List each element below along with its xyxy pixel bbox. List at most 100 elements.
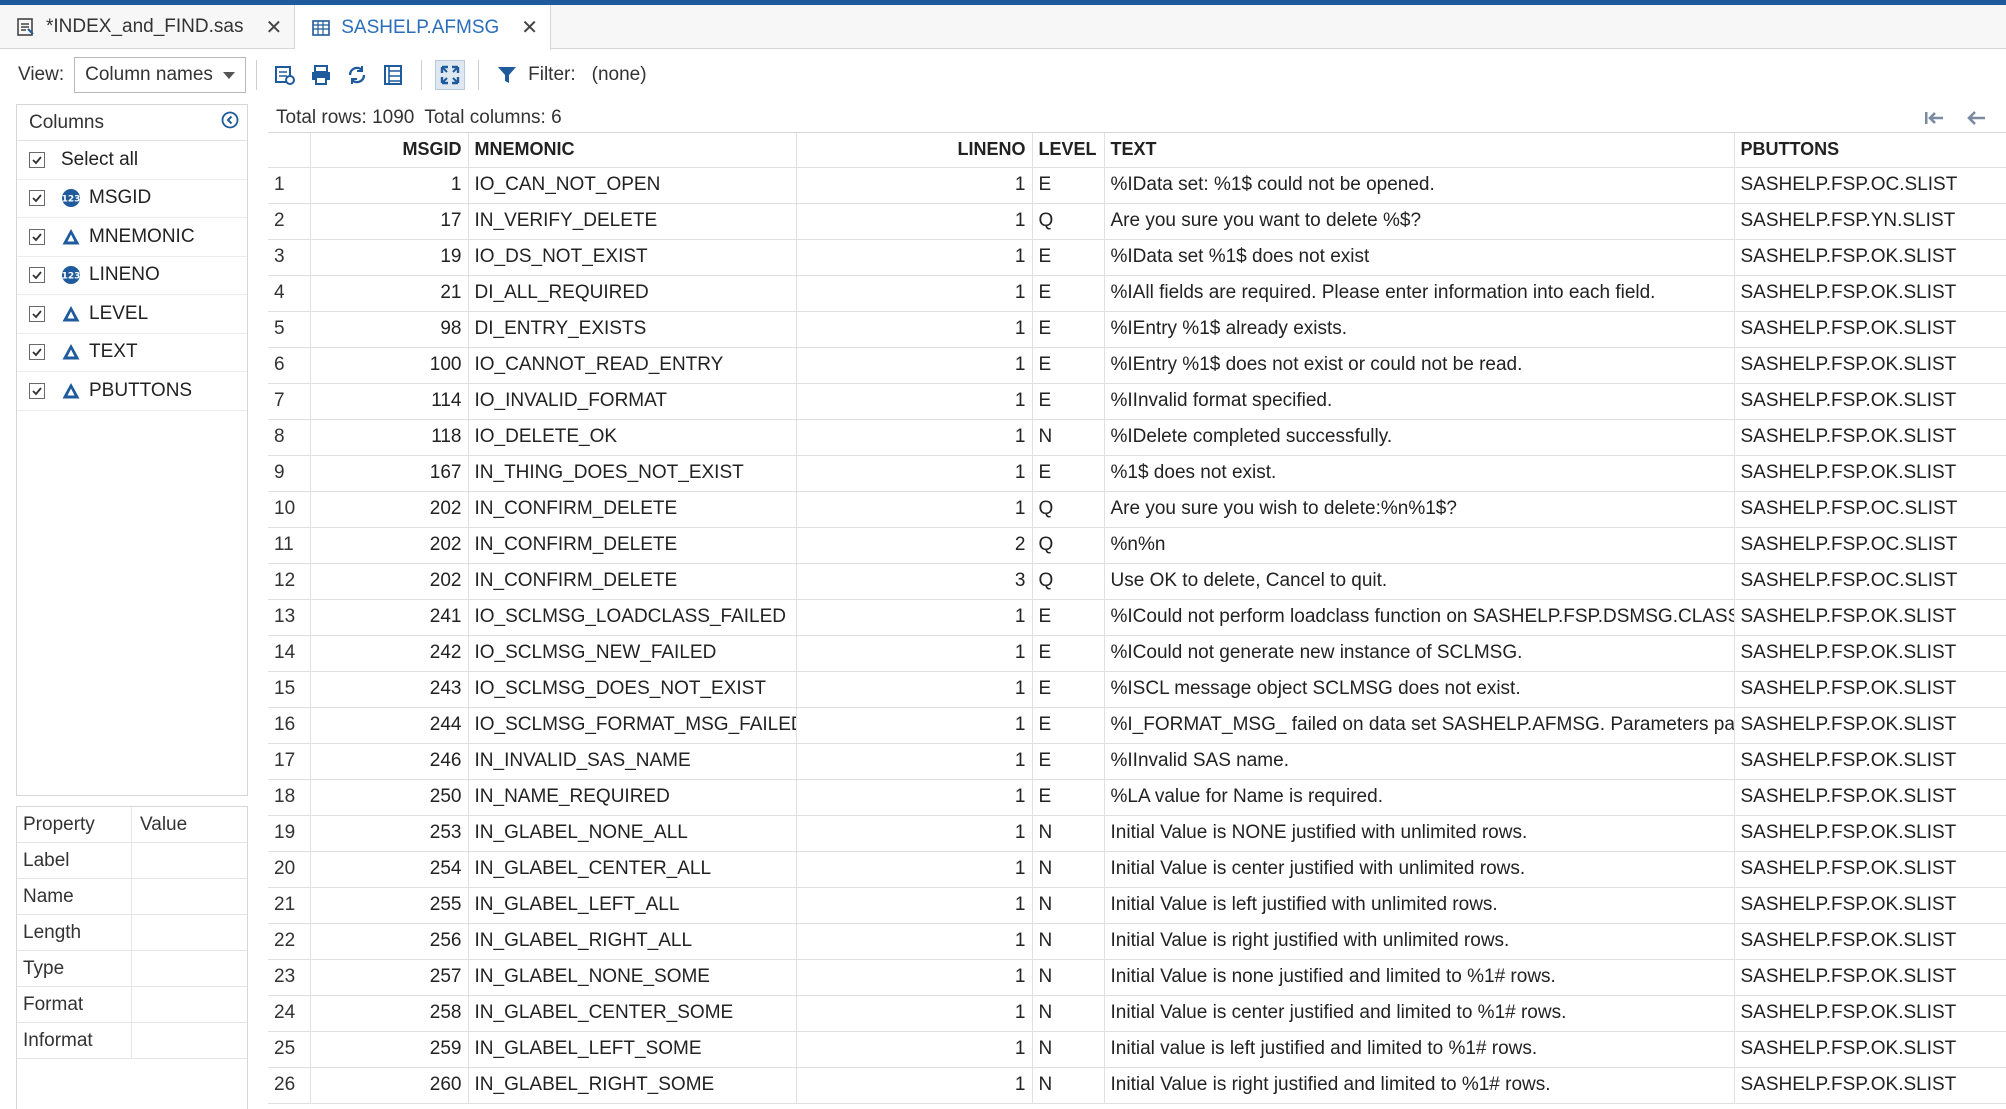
cell-pbuttons[interactable]: SASHELP.FSP.OK.SLIST [1734,275,2006,312]
cell-text[interactable]: %IEntry %1$ does not exist or could not … [1104,347,1735,384]
view-select[interactable]: Column names [74,57,247,93]
cell-lineno[interactable]: 1 [796,383,1033,420]
table-row[interactable]: 17 246 IN_INVALID_SAS_NAME 1 E %IInvalid SAS … [268,743,2006,780]
previous-column-icon[interactable] [1964,106,1988,130]
row-number-cell[interactable]: 3 [268,239,311,276]
cell-level[interactable]: E [1032,599,1105,636]
row-number-cell[interactable]: 17 [268,743,311,780]
cell-lineno[interactable]: 1 [796,311,1033,348]
cell-lineno[interactable]: 1 [796,419,1033,456]
cell-msgid[interactable]: 246 [310,743,469,780]
row-number-cell[interactable]: 16 [268,707,311,744]
cell-mnemonic[interactable]: IN_GLABEL_CENTER_SOME [468,995,797,1032]
cell-msgid[interactable]: 114 [310,383,469,420]
cell-text[interactable]: Initial Value is center justified with u… [1104,851,1735,888]
cell-text[interactable]: Initial Value is center justified and li… [1104,995,1735,1032]
cell-level[interactable]: N [1032,1067,1105,1104]
maximize-view-button[interactable] [435,60,466,90]
cell-mnemonic[interactable]: IO_SCLMSG_NEW_FAILED [468,635,797,672]
column-checkbox[interactable] [29,382,45,399]
cell-mnemonic[interactable]: IN_CONFIRM_DELETE [468,527,797,564]
column-item-level[interactable]: LEVEL [17,295,247,334]
column-checkbox[interactable] [29,228,45,245]
cell-mnemonic[interactable]: DI_ENTRY_EXISTS [468,311,797,348]
table-row[interactable]: 18 250 IN_NAME_REQUIRED 1 E %LA value for Nam… [268,779,2006,816]
cell-level[interactable]: E [1032,311,1105,348]
cell-lineno[interactable]: 1 [796,347,1033,384]
query-button[interactable] [270,60,300,90]
row-number-cell[interactable]: 22 [268,923,311,960]
print-button[interactable] [306,60,336,90]
cell-level[interactable]: E [1032,167,1105,204]
row-number-cell[interactable]: 15 [268,671,311,708]
cell-lineno[interactable]: 1 [796,671,1033,708]
cell-lineno[interactable]: 1 [796,491,1033,528]
cell-pbuttons[interactable]: SASHELP.FSP.OC.SLIST [1734,491,2006,528]
table-row[interactable]: 1 1 IO_CAN_NOT_OPEN 1 E %IData set: %1$ could… [268,167,2006,204]
cell-msgid[interactable]: 244 [310,707,469,744]
cell-pbuttons[interactable]: SASHELP.FSP.OC.SLIST [1734,527,2006,564]
cell-mnemonic[interactable]: IN_VERIFY_DELETE [468,203,797,240]
cell-text[interactable]: %IAll fields are required. Please enter … [1104,275,1735,312]
cell-lineno[interactable]: 1 [796,995,1033,1032]
table-row[interactable]: 21 255 IN_GLABEL_LEFT_ALL 1 N Initial Value i… [268,887,2006,924]
row-number-cell[interactable]: 5 [268,311,311,348]
cell-msgid[interactable]: 243 [310,671,469,708]
cell-lineno[interactable]: 1 [796,1031,1033,1068]
cell-msgid[interactable]: 19 [310,239,469,276]
row-number-cell[interactable]: 23 [268,959,311,996]
cell-mnemonic[interactable]: IO_SCLMSG_DOES_NOT_EXIST [468,671,797,708]
select-all-checkbox[interactable] [29,151,45,168]
cell-level[interactable]: N [1032,815,1105,852]
cell-lineno[interactable]: 1 [796,635,1033,672]
cell-msgid[interactable]: 167 [310,455,469,492]
cell-msgid[interactable]: 1 [310,167,469,204]
cell-text[interactable]: Initial Value is NONE justified with unl… [1104,815,1735,852]
cell-msgid[interactable]: 241 [310,599,469,636]
cell-pbuttons[interactable]: SASHELP.FSP.OK.SLIST [1734,1067,2006,1104]
cell-lineno[interactable]: 1 [796,599,1033,636]
cell-pbuttons[interactable]: SASHELP.FSP.OK.SLIST [1734,1031,2006,1068]
cell-text[interactable]: %IDelete completed successfully. [1104,419,1735,456]
cell-pbuttons[interactable]: SASHELP.FSP.OK.SLIST [1734,851,2006,888]
cell-msgid[interactable]: 250 [310,779,469,816]
table-row[interactable]: 13 241 IO_SCLMSG_LOADCLASS_FAILED 1 E %ICould… [268,599,2006,636]
cell-mnemonic[interactable]: IO_SCLMSG_LOADCLASS_FAILED [468,599,797,636]
table-row[interactable]: 12 202 IN_CONFIRM_DELETE 3 Q Use OK to delete… [268,563,2006,600]
row-number-cell[interactable]: 9 [268,455,311,492]
cell-mnemonic[interactable]: IN_GLABEL_LEFT_ALL [468,887,797,924]
cell-text[interactable]: %I_FORMAT_MSG_ failed on data set SASHEL… [1104,707,1735,744]
cell-level[interactable]: E [1032,635,1105,672]
row-number-cell[interactable]: 19 [268,815,311,852]
row-number-cell[interactable]: 11 [268,527,311,564]
cell-msgid[interactable]: 259 [310,1031,469,1068]
cell-text[interactable]: %n%n [1104,527,1735,564]
column-header-msgid[interactable]: MSGID [310,133,469,168]
row-number-cell[interactable]: 25 [268,1031,311,1068]
cell-level[interactable]: N [1032,887,1105,924]
cell-level[interactable]: E [1032,743,1105,780]
cell-text[interactable]: Initial Value is right justified with un… [1104,923,1735,960]
cell-msgid[interactable]: 98 [310,311,469,348]
row-number-cell[interactable]: 2 [268,203,311,240]
cell-msgid[interactable]: 21 [310,275,469,312]
cell-pbuttons[interactable]: SASHELP.FSP.OK.SLIST [1734,599,2006,636]
close-icon[interactable]: ✕ [521,15,538,40]
cell-lineno[interactable]: 1 [796,275,1033,312]
cell-pbuttons[interactable]: SASHELP.FSP.OK.SLIST [1734,239,2006,276]
cell-mnemonic[interactable]: IO_CANNOT_READ_ENTRY [468,347,797,384]
cell-level[interactable]: N [1032,419,1105,456]
row-number-cell[interactable]: 1 [268,167,311,204]
filter-button[interactable] [492,60,522,90]
cell-pbuttons[interactable]: SASHELP.FSP.OK.SLIST [1734,455,2006,492]
cell-text[interactable]: Initial Value is left justified with unl… [1104,887,1735,924]
tab-sashelp-afmsg[interactable]: SASHELP.AFMSG ✕ [295,5,552,50]
column-checkbox[interactable] [29,344,45,361]
cell-text[interactable]: %ISCL message object SCLMSG does not exi… [1104,671,1735,708]
cell-mnemonic[interactable]: IN_GLABEL_RIGHT_SOME [468,1067,797,1104]
cell-msgid[interactable]: 260 [310,1067,469,1104]
column-checkbox[interactable] [29,305,45,322]
cell-mnemonic[interactable]: IN_CONFIRM_DELETE [468,491,797,528]
cell-pbuttons[interactable]: SASHELP.FSP.OK.SLIST [1734,311,2006,348]
refresh-button[interactable] [342,60,372,90]
